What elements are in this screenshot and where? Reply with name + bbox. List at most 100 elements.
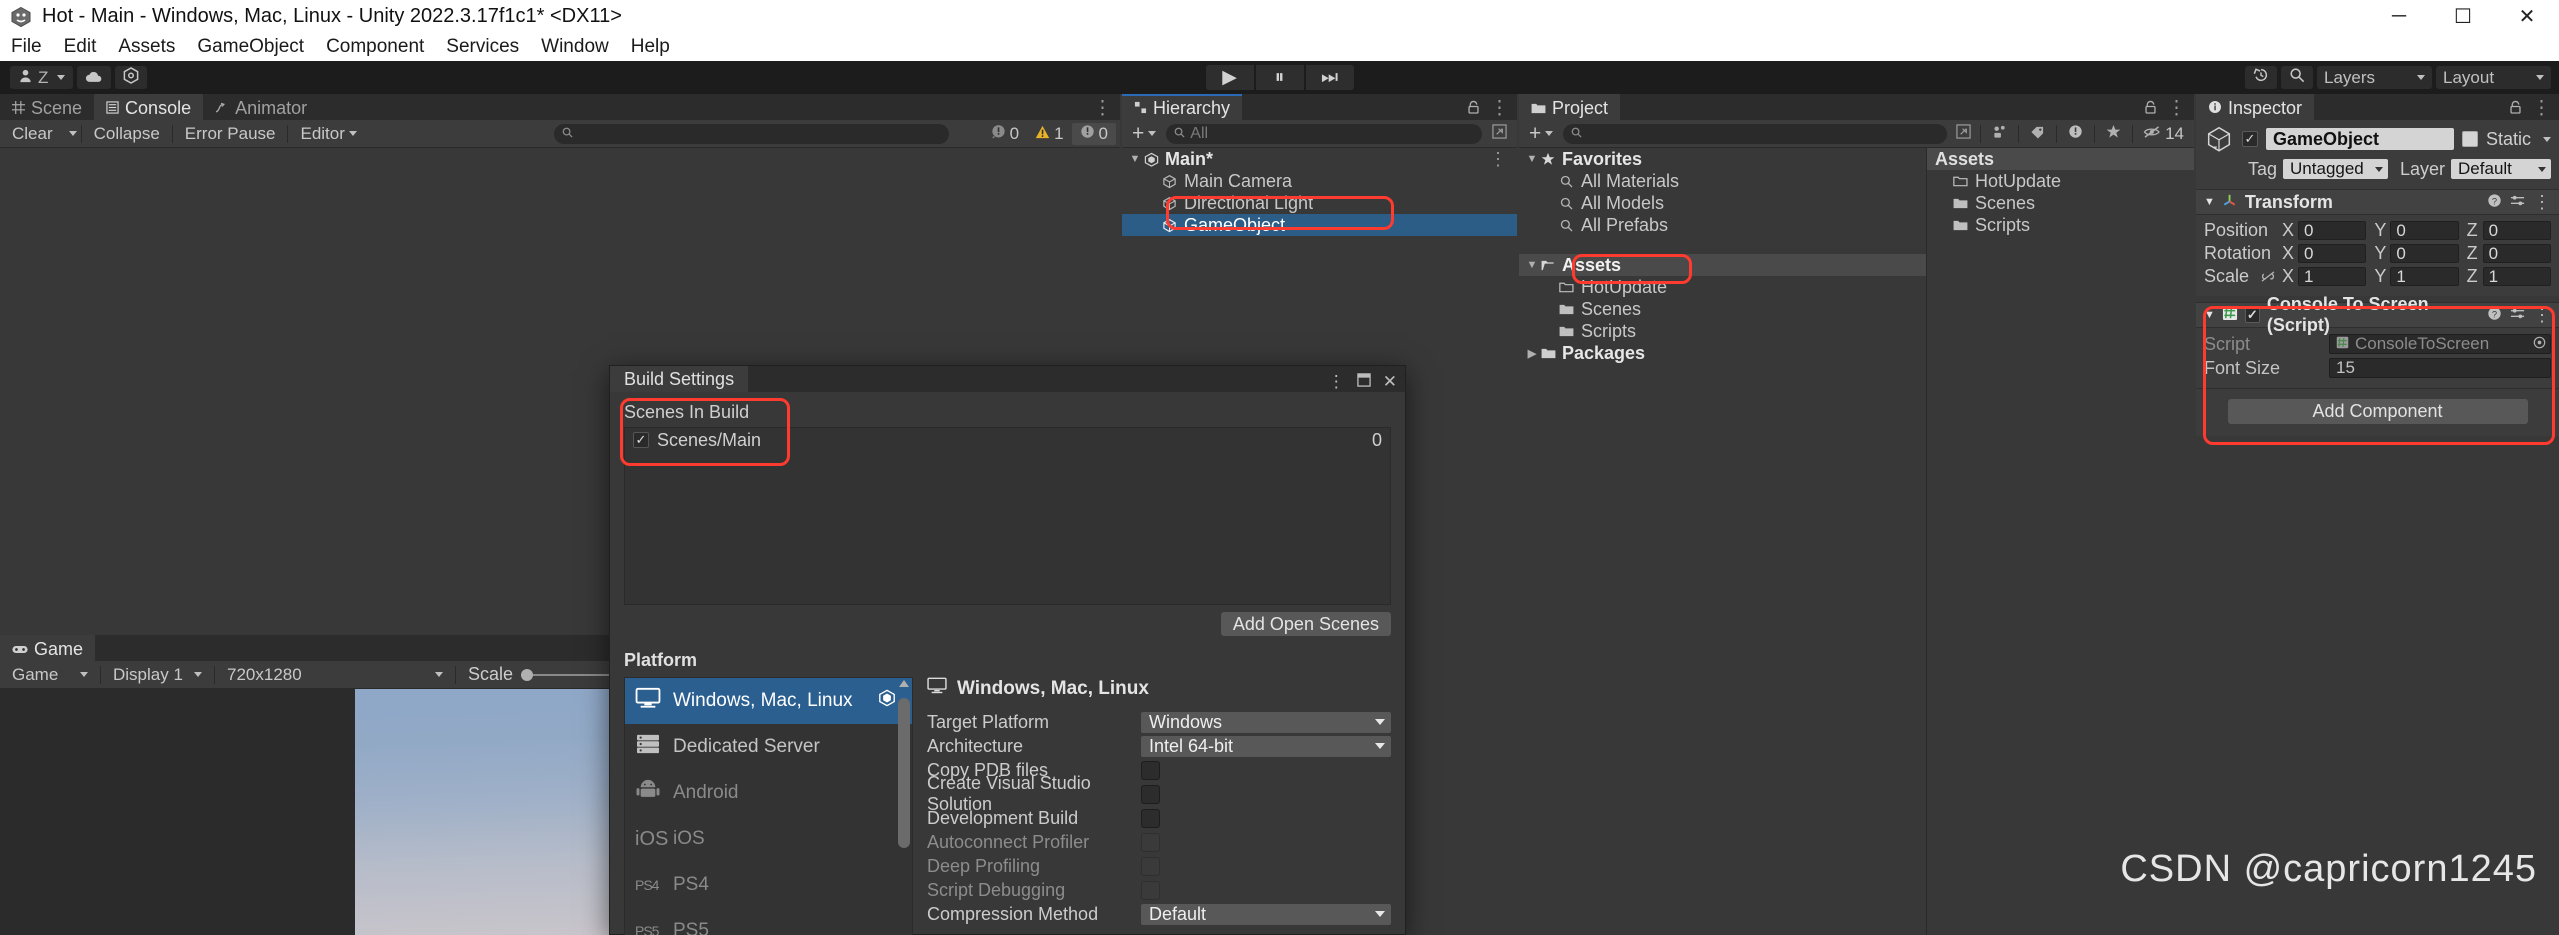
help-icon[interactable]: ? [2487,192,2502,213]
hierarchy-add-button[interactable]: + [1126,123,1162,145]
triangle-down-icon[interactable]: ▼ [1128,153,1142,165]
menu-file[interactable]: File [0,33,53,61]
chevron-down-icon[interactable] [2543,137,2551,142]
maximize-button[interactable]: ☐ [2431,0,2495,33]
assets-item-scripts[interactable]: Scripts [1927,214,2194,236]
layers-dropdown[interactable]: Layers [2317,66,2432,89]
search-button[interactable] [2281,66,2313,89]
project-tree-item-all-models[interactable]: All Models [1519,192,1926,214]
maximize-icon[interactable] [1357,372,1371,392]
filter-type-icon[interactable] [1985,123,2014,145]
preset-icon[interactable] [2510,305,2525,326]
tab-hierarchy[interactable]: Hierarchy [1122,94,1242,120]
services-button[interactable] [115,66,147,89]
menu-edit[interactable]: Edit [53,33,108,61]
play-button[interactable]: ▶ [1206,65,1254,90]
minimize-button[interactable]: ─ [2367,0,2431,33]
menu-services[interactable]: Services [435,33,530,61]
project-tree-item-favorites[interactable]: ▼ Favorites [1519,148,1926,170]
kebab-menu-icon[interactable]: ⋮ [1093,97,1112,120]
layer-dropdown[interactable]: Default [2451,159,2551,179]
menu-assets[interactable]: Assets [107,33,186,61]
target-platform-dropdown[interactable]: Windows [1141,712,1391,733]
scene-enabled-checkbox[interactable]: ✓ [633,432,649,448]
console-warning-counter[interactable]: 1 [1027,123,1071,145]
triangle-right-icon[interactable]: ▶ [1525,347,1539,360]
expand-panel-icon[interactable] [1951,123,1976,145]
console-editor-dropdown[interactable]: Editor [292,123,364,145]
layout-dropdown[interactable]: Layout [2436,66,2551,89]
copy-pdb-files-checkbox[interactable] [1141,761,1160,780]
font-size-field[interactable]: 15 [2329,358,2551,378]
hierarchy-item-directional-light[interactable]: Directional Light [1122,192,1517,214]
tab-inspector[interactable]: Inspector [2196,94,2314,120]
scale-slider-thumb[interactable] [521,669,533,681]
hierarchy-search-input[interactable]: All [1166,124,1482,144]
position-z-field[interactable]: 0 [2483,221,2551,240]
tab-console[interactable]: Console [94,94,203,120]
close-icon[interactable]: ✕ [1383,372,1397,392]
rotation-z-field[interactable]: 0 [2483,244,2551,263]
gameobject-enabled-checkbox[interactable]: ✓ [2242,131,2258,147]
lock-icon[interactable] [1467,98,1480,120]
compression-method-dropdown[interactable]: Default [1141,904,1391,925]
kebab-menu-icon[interactable]: ⋮ [1489,149,1517,170]
tab-game[interactable]: Game [0,635,95,661]
game-display-dropdown[interactable]: Display 1 [105,664,210,686]
hierarchy-item-main-camera[interactable]: Main Camera [1122,170,1517,192]
triangle-down-icon[interactable]: ▼ [1525,153,1539,165]
project-tree-item-scripts[interactable]: Scripts [1519,320,1926,342]
preset-icon[interactable] [2510,192,2525,213]
scroll-up-arrow-icon[interactable] [899,680,909,687]
star-icon[interactable] [2099,123,2128,145]
kebab-menu-icon[interactable]: ⋮ [2533,192,2551,213]
menu-window[interactable]: Window [530,33,620,61]
position-x-field[interactable]: 0 [2298,221,2366,240]
project-visibility-counter[interactable]: 14 [2137,123,2190,145]
console-tab-menu[interactable]: ⋮ [1093,97,1120,120]
kebab-menu-icon[interactable]: ⋮ [2532,97,2551,120]
console-search-input[interactable] [554,124,949,144]
project-tree-item-hotupdate[interactable]: HotUpdate [1519,276,1926,298]
platform-row-windows-mac-linux[interactable]: Windows, Mac, Linux [625,678,912,724]
assets-item-scenes[interactable]: Scenes [1927,192,2194,214]
project-tree-item-assets[interactable]: ▼ Assets [1519,254,1926,276]
script-enabled-checkbox[interactable]: ✓ [2245,307,2260,323]
scale-x-field[interactable]: 1 [2298,267,2366,286]
gameobject-name-field[interactable]: GameObject [2266,128,2454,150]
add-component-button[interactable]: Add Component [2228,399,2528,424]
script-component-header[interactable]: ▼ ✓ Console To Screen (Script) ? ⋮ [2196,302,2559,328]
platform-list[interactable]: Windows, Mac, Linux Dedicated Server [624,677,913,935]
constrain-proportions-icon[interactable] [2260,270,2282,283]
tag-dropdown[interactable]: Untagged [2283,159,2388,179]
menu-component[interactable]: Component [315,33,435,61]
chevron-down-icon[interactable] [69,131,77,136]
create-vs-solution-checkbox[interactable] [1141,785,1160,804]
tab-build-settings[interactable]: Build Settings [610,366,748,392]
account-button[interactable]: Z [10,66,73,89]
tab-scene[interactable]: Scene [0,94,94,120]
rotation-x-field[interactable]: 0 [2298,244,2366,263]
project-tree-item-scenes[interactable]: Scenes [1519,298,1926,320]
tab-project[interactable]: Project [1519,94,1620,120]
triangle-down-icon[interactable]: ▼ [2204,196,2215,208]
game-view-mode-dropdown[interactable]: Game [4,664,96,686]
console-collapse-toggle[interactable]: Collapse [86,123,168,145]
platform-list-scroll-thumb[interactable] [898,698,910,848]
position-y-field[interactable]: 0 [2390,221,2458,240]
game-resolution-dropdown[interactable]: 720x1280 [219,664,451,686]
scale-y-field[interactable]: 1 [2390,267,2458,286]
console-clear-button[interactable]: Clear [4,123,61,145]
tab-animator[interactable]: Animator [203,94,319,120]
static-checkbox[interactable] [2462,131,2478,147]
lock-icon[interactable] [2509,98,2522,120]
console-error-pause-toggle[interactable]: Error Pause [177,123,284,145]
platform-list-scrollbar[interactable] [898,680,910,935]
menu-gameobject[interactable]: GameObject [186,33,315,61]
undo-history-button[interactable] [2245,66,2277,89]
assets-item-hotupdate[interactable]: HotUpdate [1927,170,2194,192]
platform-row-ios[interactable]: iOS iOS [625,816,912,862]
platform-row-ps5[interactable]: PS5 PS5 [625,908,912,935]
scene-row[interactable]: ✓ Scenes/Main 0 [625,428,1390,452]
help-icon[interactable]: ? [2487,305,2502,326]
